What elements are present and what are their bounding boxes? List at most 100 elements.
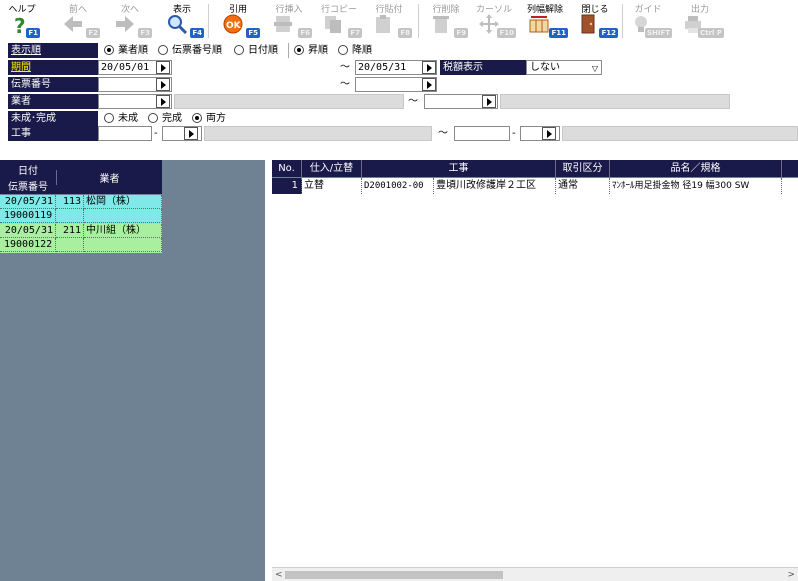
project-from-dash: - <box>154 128 158 139</box>
row-delete-icon <box>433 16 449 33</box>
column-width-reset-button[interactable]: 列幅解除 F11 <box>522 0 568 40</box>
row-insert-icon <box>274 16 292 32</box>
svg-text:?: ? <box>14 14 26 35</box>
help-button[interactable]: ヘルプ ? F1 <box>4 0 40 40</box>
project-label: 工事 <box>8 126 98 141</box>
vendor-to-picker[interactable] <box>482 95 496 108</box>
table-row[interactable]: 1 立替 D2001002-00 豊頃川改修護岸２工区 通常 ﾏﾝﾎｰﾙ用足掛金… <box>272 178 798 194</box>
sort-radio-asc[interactable] <box>294 45 304 55</box>
horizontal-scrollbar[interactable]: < > <box>272 567 798 581</box>
row-trade[interactable]: 通常 <box>556 178 610 194</box>
close-button[interactable]: 閉じる F12 <box>572 0 618 40</box>
ok-stamp-icon: OK <box>223 14 243 34</box>
scroll-left-icon[interactable]: < <box>275 568 283 581</box>
cursor-button[interactable]: カーソル F10 <box>472 0 516 40</box>
row-number: 1 <box>272 178 302 194</box>
tax-display-label: 税額表示 <box>440 60 526 75</box>
slip-number-to-picker[interactable] <box>422 78 436 91</box>
row-delete-button[interactable]: 行削除 F9 <box>424 0 468 40</box>
sort-option-desc: 降順 <box>352 45 372 56</box>
scroll-thumb[interactable] <box>285 571 503 579</box>
scroll-right-icon[interactable]: > <box>787 568 795 581</box>
list-item[interactable]: 20/05/31 211 中川組（株） 19000122 <box>0 224 162 253</box>
project-to-code-input[interactable] <box>454 126 510 141</box>
row-paste-button[interactable]: 行貼付 F8 <box>366 0 412 40</box>
list-item-slip: 19000119 <box>0 209 56 223</box>
order-radio-date[interactable] <box>234 45 244 55</box>
tax-display-value: しない <box>530 62 560 73</box>
display-order-label: 表示順 <box>8 43 98 58</box>
sort-option-asc: 昇順 <box>308 45 328 56</box>
project-from-name <box>204 126 432 141</box>
project-from-code-input[interactable] <box>98 126 152 141</box>
status-option-incomplete: 未成 <box>118 113 138 124</box>
list-item-vendor: 中川組（株） <box>84 224 162 238</box>
status-radio-complete[interactable] <box>148 113 158 123</box>
vendor-from-name <box>174 94 404 109</box>
col-trade: 取引区分 <box>556 160 610 177</box>
row-copy-button[interactable]: 行コピー F7 <box>316 0 362 40</box>
project-from-picker[interactable] <box>184 127 198 140</box>
order-radio-slip[interactable] <box>158 45 168 55</box>
prev-button[interactable]: 前へ F2 <box>56 0 100 40</box>
slip-number-from-picker[interactable] <box>156 78 170 91</box>
slip-list-panel: 日付 伝票番号 業者 20/05/31 113 松岡（株） 19000119 2… <box>0 160 265 581</box>
vendor-tilde: ～ <box>408 96 418 107</box>
sort-radio-desc[interactable] <box>338 45 348 55</box>
row-insert-button[interactable]: 行挿入 F6 <box>266 0 312 40</box>
row-project-name[interactable]: 豊頃川改修護岸２工区 <box>434 178 556 194</box>
next-button[interactable]: 次へ F3 <box>108 0 152 40</box>
quote-button[interactable]: 引用 OK F5 <box>216 0 260 40</box>
order-radio-vendor[interactable] <box>104 45 114 55</box>
guide-button[interactable]: ガイド SHIFT <box>624 0 672 40</box>
list-item-vendor-code: 211 <box>56 224 84 238</box>
magnifier-icon <box>168 15 188 35</box>
slip-list-header: 日付 伝票番号 業者 <box>0 160 162 194</box>
row-item[interactable]: ﾏﾝﾎｰﾙ用足掛金物 径19 幅300 SW <box>610 178 782 194</box>
column-width-icon <box>529 16 549 33</box>
slip-number-label: 伝票番号 <box>8 77 98 92</box>
order-option-slip: 伝票番号順 <box>172 45 222 56</box>
header-vendor: 業者 <box>56 170 162 185</box>
vendor-from-picker[interactable] <box>156 95 170 108</box>
svg-text:OK: OK <box>226 21 242 31</box>
status-radio-both[interactable] <box>192 113 202 123</box>
list-item-empty <box>84 238 162 252</box>
period-to-picker[interactable] <box>422 61 436 74</box>
arrow-right-icon <box>116 16 134 32</box>
row-paste-icon <box>376 15 390 33</box>
detail-grid-header: No. 仕入/立替 工事 取引区分 品名／規格 <box>272 160 798 177</box>
display-button[interactable]: 表示 F4 <box>160 0 204 40</box>
toolbar-separator <box>622 4 623 38</box>
row-copy-icon <box>325 16 341 33</box>
slip-tilde: ～ <box>340 79 350 90</box>
col-item: 品名／規格 <box>610 160 782 177</box>
period-label: 期間 <box>8 60 98 75</box>
status-radio-incomplete[interactable] <box>104 113 114 123</box>
header-slip: 伝票番号 <box>8 182 48 193</box>
status-option-complete: 完成 <box>162 113 182 124</box>
tax-display-select[interactable]: しない ▽ <box>526 60 602 75</box>
project-to-picker[interactable] <box>542 127 556 140</box>
row-project-code[interactable]: D2001002-00 <box>362 178 434 194</box>
divider <box>288 43 289 58</box>
row-type[interactable]: 立替 <box>302 178 362 194</box>
detail-grid-body <box>272 194 798 567</box>
chevron-down-icon: ▽ <box>591 64 598 73</box>
project-to-name <box>562 126 798 141</box>
toolbar-separator <box>208 4 209 38</box>
status-label: 未成･完成 <box>8 111 98 126</box>
toolbar-separator <box>418 4 419 38</box>
period-from-picker[interactable] <box>156 61 170 74</box>
project-tilde: ～ <box>438 128 448 139</box>
col-project: 工事 <box>362 160 556 177</box>
list-item-empty <box>84 209 162 223</box>
detail-grid: No. 仕入/立替 工事 取引区分 品名／規格 1 立替 D2001002-00… <box>272 160 798 581</box>
output-button[interactable]: 出力 Ctrl P <box>676 0 724 40</box>
list-item-vendor: 松岡（株） <box>84 195 162 209</box>
col-no: No. <box>272 160 302 177</box>
list-item[interactable]: 20/05/31 113 松岡（株） 19000119 <box>0 195 162 224</box>
list-item-date: 20/05/31 <box>0 195 56 209</box>
order-option-date: 日付順 <box>248 45 278 56</box>
status-option-both: 両方 <box>206 113 226 124</box>
